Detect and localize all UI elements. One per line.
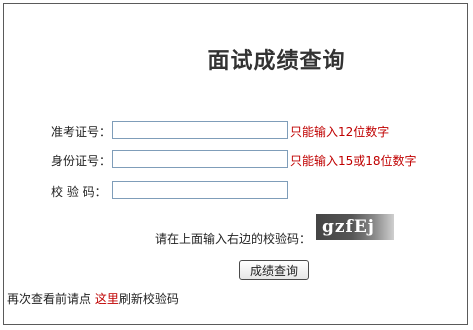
- admission-number-label: 准考证号：: [51, 125, 112, 139]
- query-score-button[interactable]: 成绩查询: [239, 260, 309, 280]
- captcha-label: 校 验 码：: [51, 185, 107, 199]
- refresh-suffix: 刷新校验码: [118, 292, 179, 306]
- refresh-captcha-link[interactable]: 这里: [95, 292, 119, 306]
- id-number-hint: 只能输入15或18位数字: [290, 154, 417, 168]
- refresh-captcha-line: 再次查看前请点 这里刷新校验码: [7, 290, 179, 307]
- admission-number-input[interactable]: [112, 121, 288, 139]
- captcha-image[interactable]: gzfEj: [316, 214, 394, 240]
- id-number-label: 身份证号：: [51, 154, 112, 168]
- id-number-input[interactable]: [112, 150, 288, 168]
- admission-number-hint: 只能输入12位数字: [290, 125, 390, 139]
- captcha-prompt: 请在上面输入右边的校验码：: [155, 232, 312, 246]
- refresh-prefix: 再次查看前请点: [7, 292, 92, 306]
- page-title: 面试成绩查询: [207, 48, 346, 74]
- captcha-input[interactable]: [112, 181, 288, 199]
